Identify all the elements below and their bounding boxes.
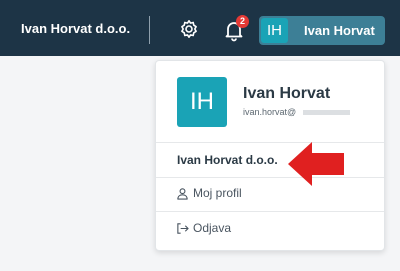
gear-icon[interactable] [177, 18, 201, 42]
user-dropdown-menu: IH Ivan Horvat ivan.horvat@ Ivan Horvat … [155, 60, 385, 251]
email-redaction [303, 110, 350, 115]
user-icon [177, 188, 188, 200]
divider [149, 16, 150, 44]
profile-name: Ivan Horvat [243, 85, 331, 102]
menu-item-label: Odjava [193, 221, 232, 235]
avatar: IH [261, 18, 288, 43]
menu-item-label: Moj profil [193, 186, 242, 200]
divider [156, 211, 384, 212]
company-menu-item[interactable]: Ivan Horvat d.o.o. [177, 153, 278, 167]
arrow-left-icon [288, 142, 344, 186]
divider [156, 142, 384, 143]
notification-count-badge: 2 [236, 15, 249, 28]
avatar-large: IH [177, 77, 227, 127]
divider [156, 177, 384, 178]
user-menu-button[interactable]: IH Ivan Horvat [259, 16, 385, 45]
user-name: Ivan Horvat [304, 23, 375, 38]
logout-icon [177, 223, 189, 234]
menu-item-logout[interactable]: Odjava [176, 220, 326, 238]
top-navigation-bar: Ivan Horvat d.o.o. 2 IH Ivan Horvat [0, 0, 400, 56]
company-name[interactable]: Ivan Horvat d.o.o. [21, 21, 130, 36]
profile-email: ivan.horvat@ [243, 107, 297, 117]
